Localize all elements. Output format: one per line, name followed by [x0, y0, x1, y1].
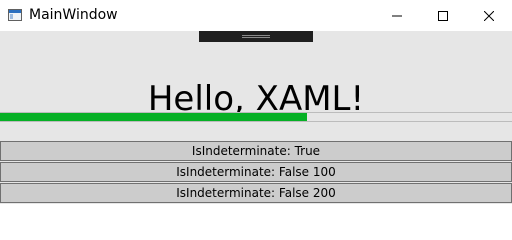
- indeterminate-false-200-button[interactable]: IsIndeterminate: False 200: [0, 183, 512, 203]
- maximize-button[interactable]: [420, 0, 466, 31]
- content-area: Hello, XAML! IsIndeterminate: True IsInd…: [0, 31, 512, 204]
- app-window-icon: [8, 9, 22, 21]
- main-window: MainWindow Hello, XAML! IsIndeterminate:…: [0, 0, 512, 204]
- progress-bar: [0, 112, 512, 122]
- maximize-icon: [438, 10, 448, 21]
- close-icon: [484, 10, 494, 21]
- grip-line: [242, 37, 270, 38]
- progress-fill: [0, 113, 308, 121]
- minimize-icon: [392, 15, 402, 16]
- grip-line: [242, 35, 270, 36]
- indeterminate-false-100-button[interactable]: IsIndeterminate: False 100: [0, 162, 512, 182]
- minimize-button[interactable]: [374, 0, 420, 31]
- indeterminate-true-button[interactable]: IsIndeterminate: True: [0, 141, 512, 161]
- close-button[interactable]: [466, 0, 512, 31]
- title-bar[interactable]: MainWindow: [0, 0, 512, 31]
- toolbar-grip[interactable]: [199, 31, 313, 42]
- window-title: MainWindow: [29, 7, 118, 23]
